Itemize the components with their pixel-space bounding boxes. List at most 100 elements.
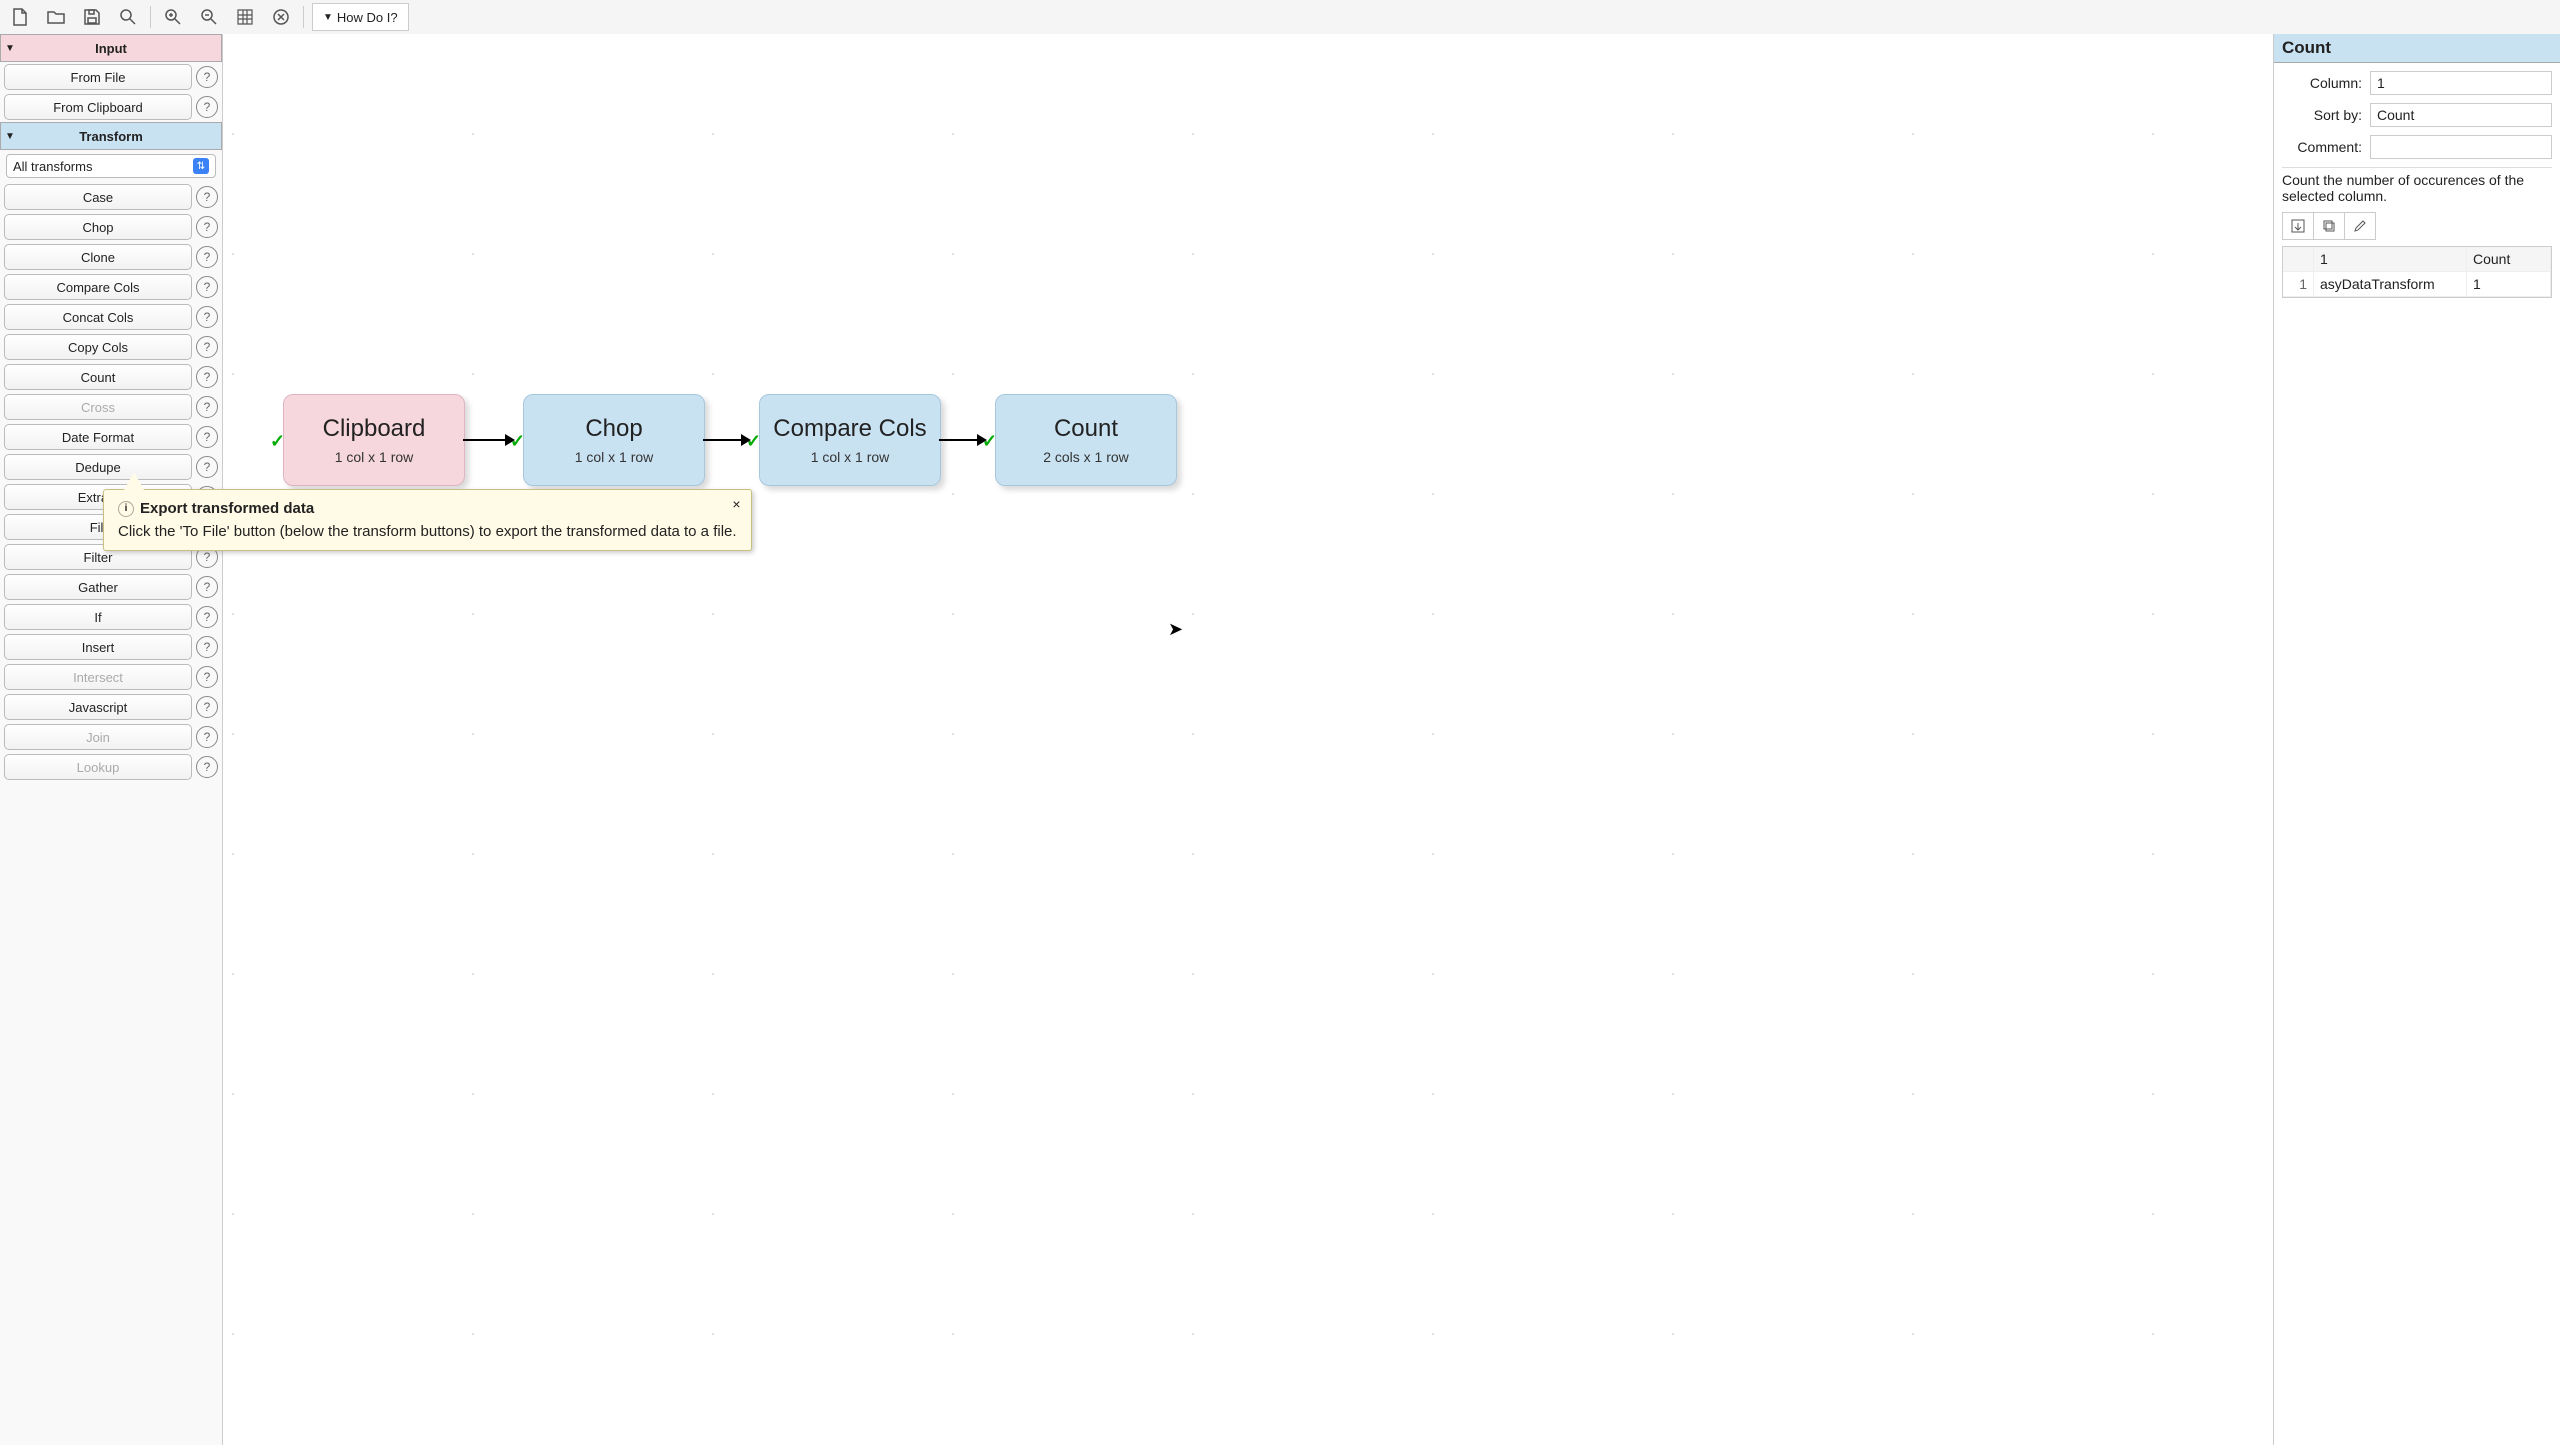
transform-item-button[interactable]: Copy Cols [4,334,192,360]
transform-item-label: Gather [78,580,118,595]
help-icon[interactable]: ? [196,246,218,268]
transform-item-label: Javascript [69,700,128,715]
sortby-label: Sort by: [2282,107,2362,123]
transform-item-button[interactable]: If [4,604,192,630]
node-title: Compare Cols [773,415,926,443]
comment-input[interactable] [2370,135,2552,159]
new-file-icon[interactable] [6,4,34,30]
help-icon[interactable]: ? [196,456,218,478]
input-item-label: From File [71,70,126,85]
transform-item-button[interactable]: Case [4,184,192,210]
mouse-cursor-icon: ➤ [1168,619,1182,639]
grid-icon[interactable] [231,4,259,30]
select-arrows-icon: ⇅ [193,158,209,174]
hint-tooltip: × i Export transformed data Click the 'T… [103,489,752,551]
node-subtitle: 1 col x 1 row [335,449,414,465]
copy-table-icon[interactable] [2314,213,2345,239]
transform-item-label: Clone [81,250,115,265]
transform-item-label: Cross [81,400,115,415]
tooltip-pointer-icon [124,472,144,490]
transform-item-button[interactable]: Insert [4,634,192,660]
transform-item-label: If [94,610,101,625]
canvas[interactable]: ✓Clipboard1 col x 1 row✓ Chop 1 col x 1 ro… [223,34,2273,1445]
tooltip-body: Click the 'To File' button (below the tr… [118,523,737,540]
transform-item-label: Copy Cols [68,340,128,355]
save-icon[interactable] [78,4,106,30]
open-folder-icon[interactable] [42,4,70,30]
edit-icon[interactable] [2345,213,2375,239]
inspector-header: Count [2274,34,2560,63]
input-item-button[interactable]: From Clipboard [4,94,192,120]
column-select[interactable]: 1 [2370,71,2552,95]
transform-item-button[interactable]: Clone [4,244,192,270]
help-icon[interactable]: ? [196,66,218,88]
transform-item-button[interactable]: Dedupe [4,454,192,480]
sortby-select[interactable]: Count [2370,103,2552,127]
help-icon[interactable]: ? [196,636,218,658]
collapse-triangle-icon: ▼ [5,131,15,142]
transform-item-label: Dedupe [75,460,121,475]
table-header-row: 1 Count [2283,247,2551,272]
export-csv-icon[interactable] [2283,213,2314,239]
help-icon[interactable]: ? [196,306,218,328]
inspector-panel: Count Column: 1 Sort by: Count Comment: … [2273,34,2560,1445]
input-item-label: From Clipboard [53,100,143,115]
zoom-out-icon[interactable] [195,4,223,30]
help-icon[interactable]: ? [196,96,218,118]
transform-item-label: Filter [84,550,113,565]
transform-item-label: Insert [82,640,115,655]
canvas-node[interactable]: ✓Count2 cols x 1 row [995,394,1177,486]
inspector-actions [2282,212,2376,240]
node-subtitle: 1 col x 1 row [575,449,654,465]
column-value: 1 [2377,75,2385,91]
search-icon[interactable] [114,4,142,30]
info-icon: i [118,501,134,517]
check-icon: ✓ [270,431,288,449]
transform-item-button[interactable]: Join [4,724,192,750]
canvas-node[interactable]: ✓Clipboard1 col x 1 row [283,394,465,486]
transform-item-button[interactable]: Cross [4,394,192,420]
close-circle-icon[interactable] [267,4,295,30]
help-icon[interactable]: ? [196,696,218,718]
transform-item-button[interactable]: Gather [4,574,192,600]
transform-filter-select[interactable]: All transforms ⇅ [6,154,216,178]
transform-item-label: Concat Cols [63,310,134,325]
help-icon[interactable]: ? [196,576,218,598]
transform-item-label: Case [83,190,113,205]
help-icon[interactable]: ? [196,366,218,388]
transform-filter-label: All transforms [13,159,92,174]
input-section-header[interactable]: ▼ Input [0,34,222,62]
help-icon[interactable]: ? [196,726,218,748]
sortby-value: Count [2377,107,2414,123]
node-title: Chop [585,415,642,443]
help-icon[interactable]: ? [196,276,218,298]
transform-item-button[interactable]: Concat Cols [4,304,192,330]
transform-section-header[interactable]: ▼ Transform [0,122,222,150]
transform-item-button[interactable]: Compare Cols [4,274,192,300]
transform-item-button[interactable]: Date Format [4,424,192,450]
input-item-button[interactable]: From File [4,64,192,90]
tooltip-close-button[interactable]: × [732,496,740,512]
node-title: Count [1054,415,1118,443]
help-icon[interactable]: ? [196,396,218,418]
toolbar: ▼ How Do I? [0,0,2560,35]
help-icon[interactable]: ? [196,606,218,628]
help-icon[interactable]: ? [196,186,218,208]
how-do-i-label: How Do I? [337,10,398,25]
help-icon[interactable]: ? [196,336,218,358]
how-do-i-dropdown[interactable]: ▼ How Do I? [312,3,409,31]
canvas-node[interactable]: ✓Compare Cols1 col x 1 row [759,394,941,486]
node-subtitle: 1 col x 1 row [811,449,890,465]
help-icon[interactable]: ? [196,216,218,238]
transform-item-button[interactable]: Javascript [4,694,192,720]
zoom-in-icon[interactable] [159,4,187,30]
transform-item-button[interactable]: Chop [4,214,192,240]
help-icon[interactable]: ? [196,426,218,448]
help-icon[interactable]: ? [196,756,218,778]
canvas-node[interactable]: ✓Chop1 col x 1 row [523,394,705,486]
transform-item-button[interactable]: Count [4,364,192,390]
comment-label: Comment: [2282,139,2362,155]
transform-item-button[interactable]: Lookup [4,754,192,780]
help-icon[interactable]: ? [196,666,218,688]
transform-item-button[interactable]: Intersect [4,664,192,690]
